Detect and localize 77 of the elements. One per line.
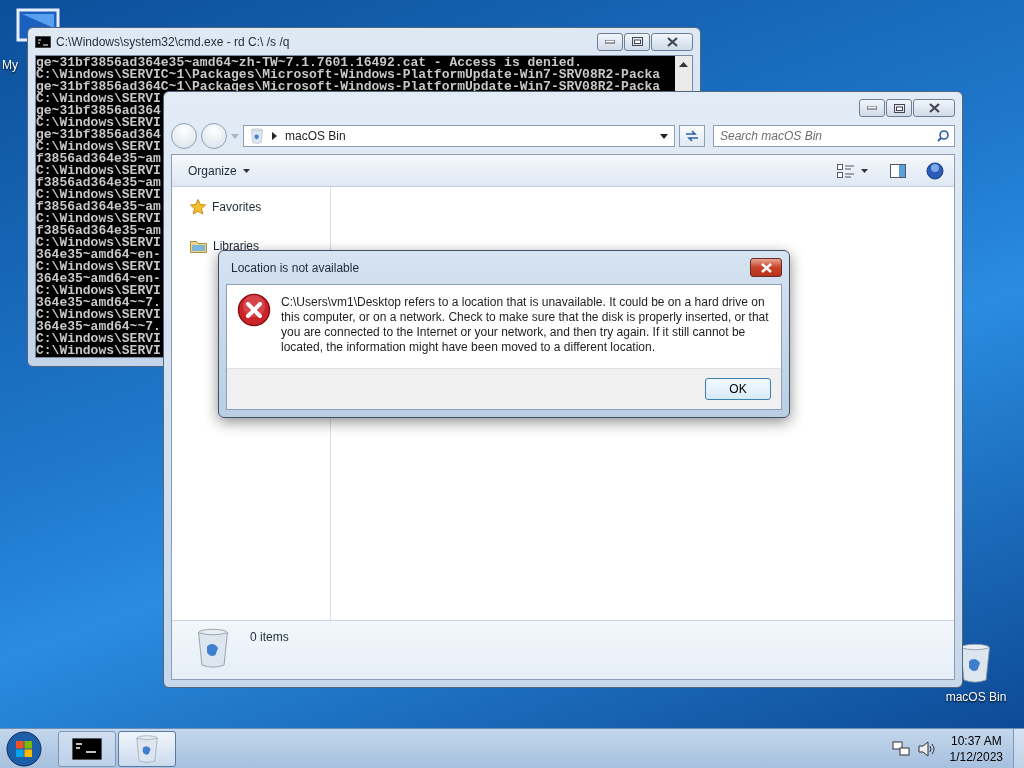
console-line: C:\Windows\SERVI xyxy=(36,333,161,345)
desktop-icon-label[interactable]: My xyxy=(0,58,18,72)
desktop-icon-label[interactable]: macOS Bin xyxy=(943,690,1007,704)
recycle-bin-icon xyxy=(196,627,230,669)
search-icon xyxy=(937,130,949,142)
close-button[interactable] xyxy=(913,99,955,117)
breadcrumb-arrow-icon[interactable] xyxy=(272,132,277,140)
address-text: macOS Bin xyxy=(285,129,347,143)
network-icon[interactable] xyxy=(891,740,910,757)
console-line: C:\Windows\SERVI xyxy=(36,345,161,357)
restore-icon xyxy=(631,37,643,46)
console-line: f3856ad364e35~am xyxy=(36,225,161,237)
console-icon xyxy=(35,35,51,48)
close-icon xyxy=(666,36,678,47)
console-line: C:\Windows\SERVI xyxy=(36,189,161,201)
console-line: 364e35~amd64~~7. xyxy=(36,321,161,333)
console-line: 364e35~amd64~en- xyxy=(36,273,161,285)
dialog-title: Location is not available xyxy=(231,260,360,275)
caret-icon[interactable] xyxy=(861,168,868,173)
recycle-bin-icon xyxy=(135,733,159,764)
scroll-up-icon[interactable] xyxy=(679,61,688,67)
search-field[interactable]: Search macOS Bin xyxy=(713,125,955,147)
console-line: C:\Windows\SERVI xyxy=(36,141,161,153)
organize-button[interactable]: Organize xyxy=(182,161,256,180)
nav-pane-item[interactable]: Favorites xyxy=(212,200,262,214)
address-bar[interactable]: macOS Bin xyxy=(243,125,675,147)
caret-icon xyxy=(242,168,250,173)
console-line: C:\Windows\SERVIC~1\Packages\Microsoft-Windows-PlatformUpdate-Win7-SRV08R2-Packa xyxy=(36,69,661,81)
close-button[interactable] xyxy=(651,32,693,51)
console-line: C:\Windows\SERVI xyxy=(36,261,161,273)
console-line: C:\Windows\SERVI xyxy=(36,93,161,105)
console-line: ge~31bf3856ad364e35~amd64~zh-TW~7.1.7601.16492.cat - Access is denied. xyxy=(36,57,583,69)
console-line: f3856ad364e35~am xyxy=(36,153,161,165)
recycle-bin-icon xyxy=(250,128,264,144)
minimize-button[interactable] xyxy=(859,99,885,117)
minimize-button[interactable] xyxy=(597,32,623,51)
console-line: ge~31bf3856ad364C~1\Packages\Microsoft-Windows-PlatformUpdate-Win7-SRV08R2-Packa xyxy=(36,81,661,93)
nav-pane-item[interactable]: Libraries xyxy=(213,239,260,253)
close-icon xyxy=(760,262,772,273)
console-line: C:\Windows\SERVI xyxy=(36,309,161,321)
clock-time[interactable]: 10:37 AM xyxy=(950,732,1002,749)
explorer-taskbar-button[interactable] xyxy=(118,730,176,767)
start-button[interactable] xyxy=(6,730,42,767)
console-line: f3856ad364e35~am xyxy=(36,201,161,213)
ok-button[interactable]: OK xyxy=(705,378,771,400)
console-taskbar-button[interactable] xyxy=(58,730,116,767)
folder-icon xyxy=(190,239,207,253)
console-line: C:\Windows\SERVI xyxy=(36,117,161,129)
volume-icon[interactable] xyxy=(917,740,936,757)
preview-pane-icon[interactable] xyxy=(890,163,906,178)
console-line: ge~31bf3856ad364 xyxy=(36,129,161,141)
minimize-icon xyxy=(867,106,877,110)
maximize-button[interactable] xyxy=(886,99,912,117)
refresh-button[interactable] xyxy=(679,125,705,147)
error-icon xyxy=(237,293,271,327)
console-line: C:\Windows\SERVI xyxy=(36,165,161,177)
window-title: C:\Windows\system32\cmd.exe - rd C:\ /s /q xyxy=(56,34,290,49)
console-line: C:\Windows\SERVI xyxy=(36,237,161,249)
console-line: C:\Windows\SERVI xyxy=(36,285,161,297)
star-icon xyxy=(190,199,206,215)
clock-date[interactable]: 1/12/2023 xyxy=(949,748,1003,765)
console-line: f3856ad364e35~am xyxy=(36,177,161,189)
error-message: C:\Users\vm1\Desktop refers to a location that is unavailable. It could be on a hard drive on this computer, or on a network. Check to make sure that the disk is properly inserted, or that you are connected to the Internet or your network, and then try again. If it still cannot be located, the information might have been moved to a different location. xyxy=(281,294,769,356)
console-line: ge~31bf3856ad364 xyxy=(36,105,161,117)
dropdown-caret-icon[interactable] xyxy=(660,133,668,139)
item-count: 0 items xyxy=(250,630,289,644)
close-icon xyxy=(928,103,940,113)
console-line: C:\Windows\SERVI xyxy=(36,213,161,225)
console-icon xyxy=(72,737,102,760)
console-line: 364e35~amd64~en- xyxy=(36,249,161,261)
maximize-button[interactable] xyxy=(624,32,650,51)
minimize-icon xyxy=(605,39,615,44)
view-options-icon[interactable] xyxy=(837,163,855,178)
refresh-icon xyxy=(684,129,700,143)
close-button[interactable] xyxy=(750,258,782,277)
restore-icon xyxy=(893,103,905,113)
console-line: 364e35~amd64~~7. xyxy=(36,297,161,309)
